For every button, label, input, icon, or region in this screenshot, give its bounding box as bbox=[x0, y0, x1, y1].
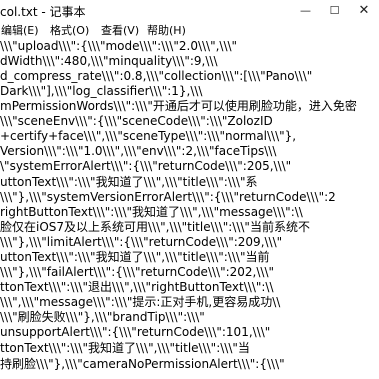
title-bar: col.txt - 记事本 — ☐ ✕ bbox=[0, 0, 379, 22]
text-line: 持刷脸\\\"},\\\"cameraNoPermissionAlert\\\"… bbox=[0, 357, 285, 371]
window-title: col.txt - 记事本 bbox=[0, 5, 86, 19]
text-line: unsupportAlert\\\":{\\\"returnCode\\\":1… bbox=[0, 325, 271, 339]
text-editor[interactable]: \\\"upload\\\":{\\\"mode\\\":\\\"2.0\\\"… bbox=[0, 38, 379, 379]
menu-view[interactable]: 查看(V) bbox=[101, 22, 139, 38]
text-line: \"systemErrorAlert\\\":{\\\"returnCode\\… bbox=[0, 159, 292, 173]
menu-help[interactable]: 帮助(H) bbox=[147, 22, 186, 38]
menu-bar: 编辑(E) 格式(O) 查看(V) 帮助(H) bbox=[0, 21, 379, 39]
menu-format[interactable]: 格式(O) bbox=[50, 22, 89, 38]
maximize-button[interactable]: ☐ bbox=[320, 0, 349, 21]
text-line: ttonText\\\":\\\"我知道了\\\",\\\"title\\\":… bbox=[0, 341, 250, 355]
close-button[interactable]: ✕ bbox=[349, 0, 379, 21]
menu-edit[interactable]: 编辑(E) bbox=[1, 22, 39, 38]
minimize-button[interactable]: — bbox=[291, 0, 320, 21]
